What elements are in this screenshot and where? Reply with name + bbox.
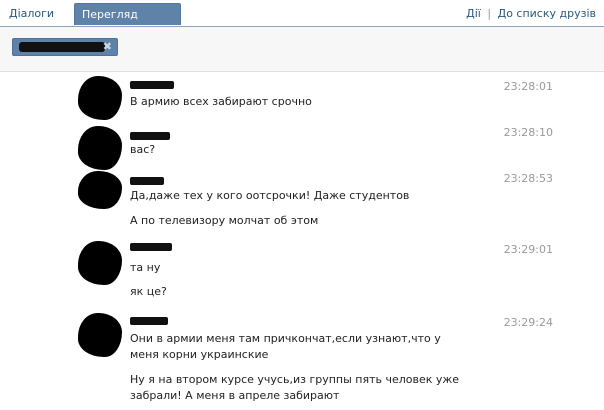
message-text: А по телевизору молчат об этом: [130, 214, 319, 227]
avatar[interactable]: [78, 171, 122, 209]
redacted-name: [19, 42, 105, 52]
message-text: Да,даже тех у кого оотсрочки! Даже студе…: [130, 189, 410, 202]
back-to-friends-link[interactable]: До списку друзів: [498, 7, 596, 20]
avatar[interactable]: [78, 76, 122, 120]
top-links: Дії | До списку друзів: [466, 7, 596, 20]
sender-name[interactable]: [130, 243, 172, 251]
avatar[interactable]: [78, 241, 122, 285]
actions-link[interactable]: Дії: [466, 7, 481, 20]
tab-dialogs[interactable]: Діалоги: [2, 3, 59, 25]
tab-dialog-view[interactable]: Перегляд діалогів: [74, 3, 181, 43]
sender-name[interactable]: [130, 317, 168, 325]
message-time: 23:29:24: [503, 316, 553, 329]
message-time: 23:28:01: [503, 80, 553, 93]
recipient-chip[interactable]: ✖: [12, 38, 118, 56]
message-text: як це?: [130, 285, 167, 298]
message-history: 23:28:01 В армию всех забирают срочно 23…: [0, 72, 604, 410]
link-separator: |: [487, 7, 492, 20]
sender-name[interactable]: [130, 177, 164, 185]
message-text: Ну я на втором курсе учусь,из группы пят…: [130, 373, 460, 402]
message-text: та ну: [130, 261, 161, 274]
message-time: 23:28:53: [503, 172, 553, 185]
message-time: 23:28:10: [503, 126, 553, 139]
avatar[interactable]: [78, 313, 122, 357]
sender-name[interactable]: [130, 132, 170, 140]
sender-name[interactable]: [130, 81, 174, 89]
filter-bar: ✖: [0, 27, 604, 72]
avatar[interactable]: [78, 126, 122, 170]
top-tab-bar: Діалоги Перегляд діалогів Дії | До списк…: [0, 0, 604, 43]
message-text: В армию всех забирают срочно: [130, 95, 312, 108]
message-time: 23:29:01: [503, 243, 553, 256]
message-text: Они в армии меня там причкончат,если узн…: [130, 332, 441, 361]
message-text: вас?: [130, 143, 156, 156]
remove-recipient-icon[interactable]: ✖: [103, 40, 112, 53]
